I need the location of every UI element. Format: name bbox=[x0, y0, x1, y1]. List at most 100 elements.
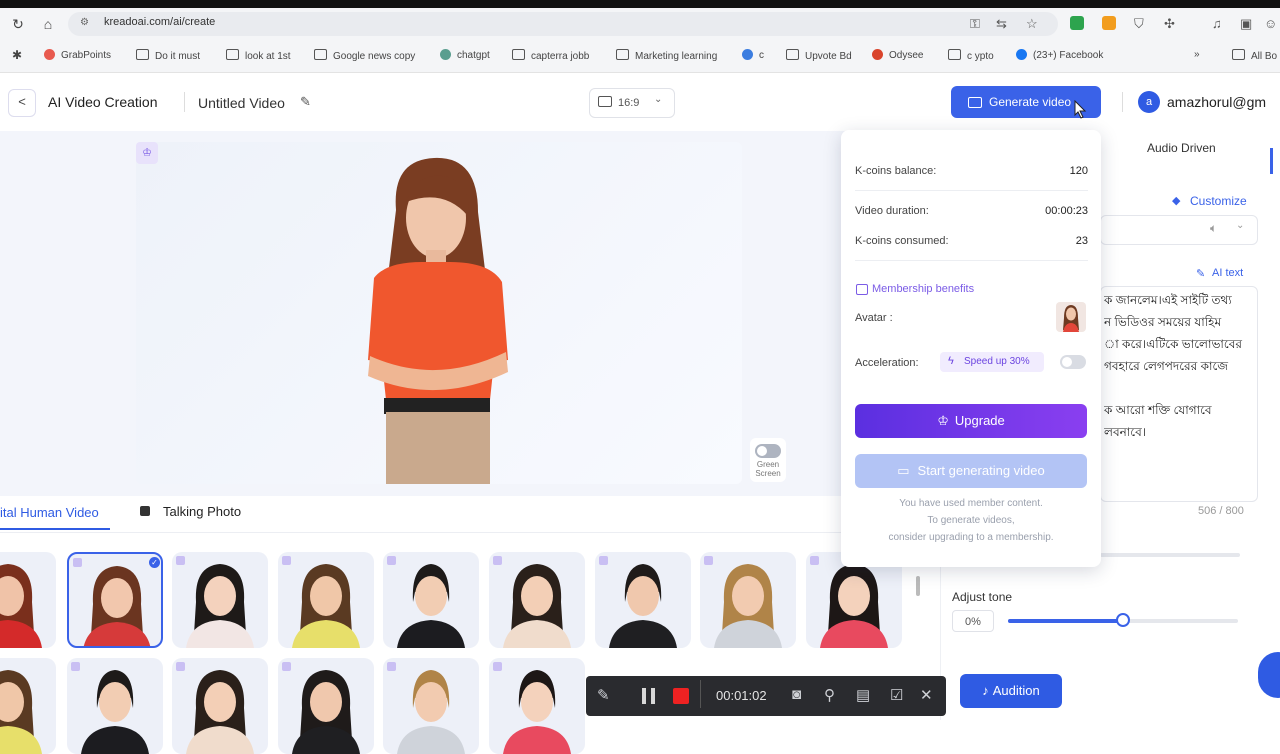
tone-slider-handle[interactable] bbox=[1116, 613, 1130, 627]
avatar-thumbnail[interactable] bbox=[278, 658, 374, 754]
gallery-scrollbar[interactable] bbox=[916, 576, 920, 596]
puzzle-icon[interactable]: ✣ bbox=[1164, 16, 1175, 32]
media-icon[interactable]: ♫ bbox=[1212, 16, 1222, 31]
key-icon[interactable]: ⚿ bbox=[970, 16, 980, 32]
recorder-divider bbox=[700, 680, 701, 708]
extension-orange-icon[interactable] bbox=[1102, 16, 1116, 30]
avatar-thumbnail[interactable] bbox=[67, 658, 163, 754]
tab-audio-driven[interactable]: Audio Driven bbox=[1147, 141, 1216, 155]
avatar-thumbnail[interactable] bbox=[595, 552, 691, 648]
premium-tag-icon bbox=[387, 556, 396, 565]
bookmark-item[interactable]: GrabPoints bbox=[44, 49, 111, 61]
screen-icon bbox=[598, 96, 612, 107]
crown-icon[interactable]: ♔ bbox=[136, 142, 158, 164]
reload-icon[interactable]: ↻ bbox=[8, 14, 28, 34]
star-icon[interactable]: ☆ bbox=[1026, 16, 1038, 32]
avatar-thumbnail[interactable] bbox=[489, 552, 585, 648]
bookmark-label: Do it must bbox=[155, 51, 201, 62]
bookmark-item[interactable]: Google news copy bbox=[314, 49, 415, 62]
bookmark-item[interactable]: Do it must bbox=[136, 49, 200, 62]
script-text-line: গবহারে লেগপদরের কাজে bbox=[1104, 359, 1228, 373]
bookmark-label: GrabPoints bbox=[61, 50, 112, 61]
pause-icon[interactable] bbox=[651, 688, 655, 704]
account-email[interactable]: amazhorul@gm bbox=[1167, 94, 1266, 110]
tab-talking-photo[interactable]: Talking Photo bbox=[163, 504, 241, 519]
bookmark-item[interactable]: (23+) Facebook bbox=[1016, 49, 1103, 61]
audition-button[interactable]: ♪ Audition bbox=[960, 674, 1062, 708]
bookmark-item[interactable]: Marketing learning bbox=[616, 49, 717, 62]
avatar-thumbnail[interactable] bbox=[489, 658, 585, 754]
pause-icon[interactable] bbox=[642, 688, 646, 704]
site-settings-icon[interactable]: ⚙ bbox=[80, 17, 89, 28]
site-icon bbox=[1016, 49, 1027, 60]
camera-icon[interactable]: ◙ bbox=[792, 686, 801, 703]
premium-tag-icon bbox=[493, 556, 502, 565]
folder-icon bbox=[616, 49, 629, 60]
tab-digital-human-video[interactable]: ital Human Video bbox=[0, 505, 99, 520]
avatar-thumbnail[interactable] bbox=[278, 552, 374, 648]
zoom-icon[interactable]: ⚲ bbox=[824, 686, 835, 704]
premium-tag-icon bbox=[282, 556, 291, 565]
upgrade-button[interactable]: ♔ Upgrade bbox=[855, 404, 1087, 438]
tone-value-input[interactable]: 0% bbox=[952, 610, 994, 632]
start-generating-label: Start generating video bbox=[917, 463, 1045, 478]
avatar-thumbnail[interactable] bbox=[0, 658, 56, 754]
shield-icon[interactable]: ⛉ bbox=[1134, 16, 1144, 32]
bookmark-item[interactable]: All Bo bbox=[1232, 49, 1277, 62]
edit-pencil-icon[interactable]: ✎ bbox=[300, 94, 311, 110]
premium-tag-icon bbox=[71, 662, 80, 671]
bookmark-label: Google news copy bbox=[333, 51, 416, 62]
address-bar[interactable] bbox=[68, 12, 1058, 36]
avatar-thumbnail[interactable] bbox=[383, 658, 479, 754]
bookmark-item[interactable]: Upvote Bd bbox=[786, 49, 852, 62]
profile-icon[interactable]: ☺ bbox=[1264, 16, 1277, 31]
apps-icon[interactable]: ✱ bbox=[12, 48, 22, 62]
voice-select[interactable] bbox=[1100, 215, 1258, 245]
customize-link[interactable]: Customize bbox=[1190, 194, 1247, 208]
bookmark-label: look at 1st bbox=[245, 51, 291, 62]
avatar-thumbnail[interactable] bbox=[700, 552, 796, 648]
folder-icon bbox=[136, 49, 149, 60]
bookmark-item[interactable]: Odysee bbox=[872, 49, 923, 61]
avatar-thumbnail[interactable] bbox=[172, 658, 268, 754]
avatar[interactable]: a bbox=[1138, 91, 1160, 113]
kcoins-consumed-value: 23 bbox=[1075, 235, 1088, 247]
speed-slider[interactable] bbox=[1100, 553, 1240, 557]
bookmark-item[interactable]: c bbox=[742, 49, 764, 61]
header-divider bbox=[1122, 92, 1123, 112]
char-count: 506 / 800 bbox=[1198, 505, 1244, 517]
avatar-thumbnail[interactable] bbox=[0, 552, 56, 648]
back-button[interactable]: < bbox=[8, 89, 36, 117]
avatar-thumbnail[interactable] bbox=[172, 552, 268, 648]
site-icon bbox=[742, 49, 753, 60]
edit-icon[interactable]: ☑ bbox=[890, 686, 903, 704]
ai-text-link[interactable]: AI text bbox=[1212, 267, 1243, 279]
generate-video-label: Generate video bbox=[989, 95, 1072, 109]
bookmark-item[interactable]: capterra jobb bbox=[512, 49, 589, 62]
stop-icon[interactable] bbox=[673, 688, 689, 704]
sidebar-icon[interactable]: ▣ bbox=[1240, 16, 1252, 32]
aspect-ratio-value: 16:9 bbox=[618, 97, 640, 109]
bookmark-label: All Bo bbox=[1251, 51, 1278, 62]
translate-icon[interactable]: ⇆ bbox=[996, 16, 1007, 32]
presenter-avatar bbox=[326, 150, 566, 484]
annotate-icon[interactable]: ▤ bbox=[856, 686, 870, 704]
pen-icon[interactable]: ✎ bbox=[597, 686, 610, 704]
video-name[interactable]: Untitled Video bbox=[198, 95, 285, 111]
home-icon[interactable]: ⌂ bbox=[38, 14, 58, 34]
extension-green-icon[interactable] bbox=[1070, 16, 1084, 30]
bookmark-label: (23+) Facebook bbox=[1033, 50, 1104, 61]
avatar-thumbnail[interactable] bbox=[67, 552, 163, 648]
bookmark-item[interactable]: c ypto bbox=[948, 49, 994, 62]
bookmark-item[interactable]: chatgpt bbox=[440, 49, 490, 61]
acceleration-label: Acceleration: bbox=[855, 357, 919, 369]
video-camera-icon bbox=[968, 97, 982, 108]
bookmark-item[interactable]: look at 1st bbox=[226, 49, 291, 62]
avatar-thumbnail[interactable] bbox=[383, 552, 479, 648]
start-generating-button[interactable]: ▭ Start generating video bbox=[855, 454, 1087, 488]
bookmark-label: c bbox=[759, 50, 764, 61]
close-icon[interactable]: ✕ bbox=[920, 686, 933, 704]
adjust-tone-label: Adjust tone bbox=[952, 590, 1013, 604]
chevron-down-icon: ⌄ bbox=[1236, 220, 1245, 231]
bookmarks-overflow[interactable]: » bbox=[1194, 49, 1200, 60]
